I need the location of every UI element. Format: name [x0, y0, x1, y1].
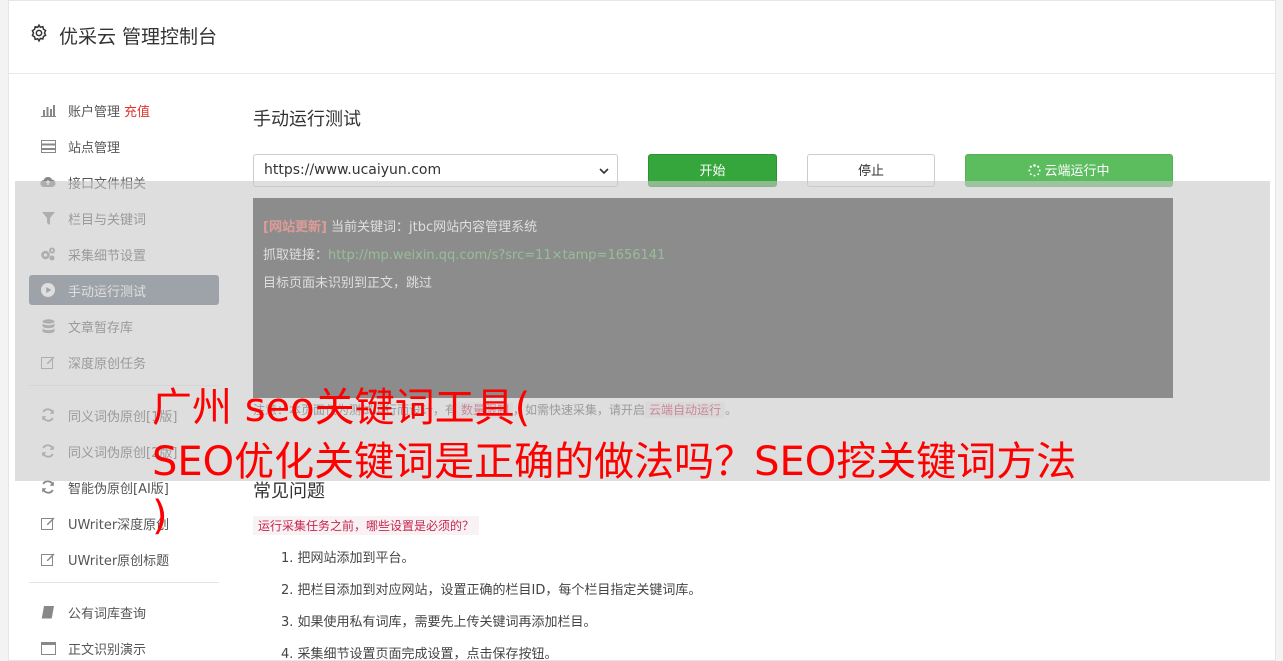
log-keyword: 当前关键词：jtbc网站内容管理系统: [331, 220, 538, 235]
faq-list: 1. 把网站添加到平台。 2. 把栏目添加到对应网站，设置正确的栏目ID，每个栏…: [281, 547, 701, 661]
note-text: 。: [725, 403, 738, 417]
filter-icon: [40, 210, 56, 226]
log-tag: [网站更新]: [263, 220, 327, 235]
sidebar-item-label: 深度原创任务: [68, 356, 147, 372]
page-title: 手动运行测试: [253, 109, 361, 130]
sidebar: 账户管理 充值 站点管理 接口文件相关 栏目与关键词 采集细节设置 手动运行测试…: [29, 95, 219, 661]
server-icon: [40, 138, 56, 154]
sidebar-item-label: 采集细节设置: [68, 248, 147, 264]
sidebar-item-label: 公有词库查询: [68, 606, 147, 622]
list-item: 2. 把栏目添加到对应网站，设置正确的栏目ID，每个栏目指定关键词库。: [281, 583, 702, 598]
list-item: 4. 采集细节设置页面完成设置，点击保存按钮。: [281, 647, 558, 661]
sidebar-item-label: UWriter原创标题: [68, 553, 170, 569]
sidebar-item-text-recognition[interactable]: 正文识别演示: [29, 633, 219, 661]
sidebar-item-label: 站点管理: [68, 140, 121, 156]
sidebar-item-account[interactable]: 账户管理 充值: [29, 95, 219, 125]
log-line: 抓取链接：http://mp.weixin.qq.com/s?src=11×ta…: [263, 242, 1163, 270]
list-item: 1. 把网站添加到平台。: [281, 551, 415, 566]
edit-icon: [40, 354, 56, 370]
bar-chart-icon: [40, 102, 56, 118]
sidebar-item-uwriter-title[interactable]: UWriter原创标题: [29, 544, 219, 574]
sidebar-divider: [29, 385, 219, 386]
log-console: [网站更新] 当前关键词：jtbc网站内容管理系统 抓取链接：http://mp…: [253, 198, 1173, 398]
sidebar-item-public-lexicon[interactable]: 公有词库查询: [29, 597, 219, 627]
sidebar-item-collect-settings[interactable]: 采集细节设置: [29, 239, 219, 269]
window-icon: [40, 640, 56, 656]
sidebar-item-columns-keywords[interactable]: 栏目与关键词: [29, 203, 219, 233]
log-line: 目标页面未识别到正文，跳过: [263, 270, 1163, 298]
sidebar-item-article-store[interactable]: 文章暂存库: [29, 311, 219, 341]
log-fetch-url[interactable]: http://mp.weixin.qq.com/s?src=11×tamp=16…: [328, 248, 665, 263]
sidebar-item-label: 正文识别演示: [68, 642, 147, 658]
recharge-link[interactable]: 充值: [124, 101, 150, 120]
site-url-select[interactable]: https://www.ucaiyun.com: [253, 154, 618, 187]
sidebar-item-synonym-v1[interactable]: 同义词伪原创[1版]: [29, 400, 219, 430]
header: 优采云 管理控制台: [9, 1, 1275, 74]
cogs-icon: [40, 246, 56, 262]
gear-icon: [31, 23, 47, 43]
sidebar-item-interface-files[interactable]: 接口文件相关: [29, 167, 219, 197]
stop-button[interactable]: 停止: [807, 154, 935, 187]
refresh-icon: [40, 443, 56, 459]
sidebar-item-deep-original-tasks[interactable]: 深度原创任务: [29, 347, 219, 377]
sidebar-item-label: 文章暂存库: [68, 320, 134, 336]
faq-question: 运行采集任务之前，哪些设置是必须的？: [253, 516, 480, 535]
main-content: 手动运行测试 https://www.ucaiyun.com 开始 停止 云端运…: [253, 95, 1173, 661]
cloud-running-label: 云端运行中: [1044, 164, 1110, 179]
sidebar-item-label: 账户管理: [68, 104, 121, 120]
sidebar-item-label: 同义词伪原创[1版]: [68, 409, 178, 425]
log-line: [网站更新] 当前关键词：jtbc网站内容管理系统: [263, 214, 1163, 242]
edit-icon: [40, 515, 56, 531]
note-code-cloud: 云端自动运行: [645, 402, 726, 418]
note-code-limit: 数量限制: [457, 402, 514, 418]
chevron-down-icon: [599, 168, 609, 175]
console-frame: 优采云 管理控制台 账户管理 充值 站点管理 接口文件相关 栏目与关键词 采集细…: [8, 0, 1276, 661]
sidebar-item-smart-ai[interactable]: 智能伪原创[AI版]: [29, 472, 219, 502]
sidebar-item-label: 栏目与关键词: [68, 212, 147, 228]
sidebar-item-synonym-v2[interactable]: 同义词伪原创[2版]: [29, 436, 219, 466]
usage-note: 注意：本页面仅为测试运行而设计，有 数量限制 ，如需快速采集，请开启 云端自动运行。: [253, 401, 737, 418]
sidebar-item-label: UWriter深度原创: [68, 517, 170, 533]
app-title: 优采云 管理控制台: [59, 26, 218, 48]
book-icon: [40, 604, 56, 620]
cloud-upload-icon: [40, 174, 56, 190]
sidebar-item-sites[interactable]: 站点管理: [29, 131, 219, 161]
spinner-icon: [1028, 164, 1042, 177]
site-url-value: https://www.ucaiyun.com: [264, 162, 442, 178]
log-fetch-label: 抓取链接：: [263, 248, 329, 263]
run-controls: https://www.ucaiyun.com 开始 停止 云端运行中: [253, 154, 1173, 188]
note-text: 注意：本页面仅为测试运行而设计，有: [253, 403, 458, 417]
sidebar-divider: [29, 582, 219, 583]
log-result: 目标页面未识别到正文，跳过: [263, 276, 433, 291]
sidebar-item-label: 手动运行测试: [68, 284, 147, 300]
play-circle-icon: [40, 282, 56, 298]
cloud-running-button[interactable]: 云端运行中: [965, 154, 1173, 187]
edit-icon: [40, 551, 56, 567]
sidebar-item-uwriter-deep[interactable]: UWriter深度原创: [29, 508, 219, 538]
database-icon: [40, 318, 56, 334]
refresh-icon: [40, 407, 56, 423]
sidebar-item-manual-run[interactable]: 手动运行测试: [29, 275, 219, 305]
faq-title: 常见问题: [253, 481, 325, 502]
sidebar-item-label: 智能伪原创[AI版]: [68, 481, 169, 497]
note-text: ，如需快速采集，请开启: [513, 403, 646, 417]
list-item: 3. 如果使用私有词库，需要先上传关键词再添加栏目。: [281, 615, 597, 630]
refresh-icon: [40, 479, 56, 495]
sidebar-item-label: 接口文件相关: [68, 176, 147, 192]
start-button[interactable]: 开始: [648, 154, 777, 187]
sidebar-item-label: 同义词伪原创[2版]: [68, 445, 178, 461]
